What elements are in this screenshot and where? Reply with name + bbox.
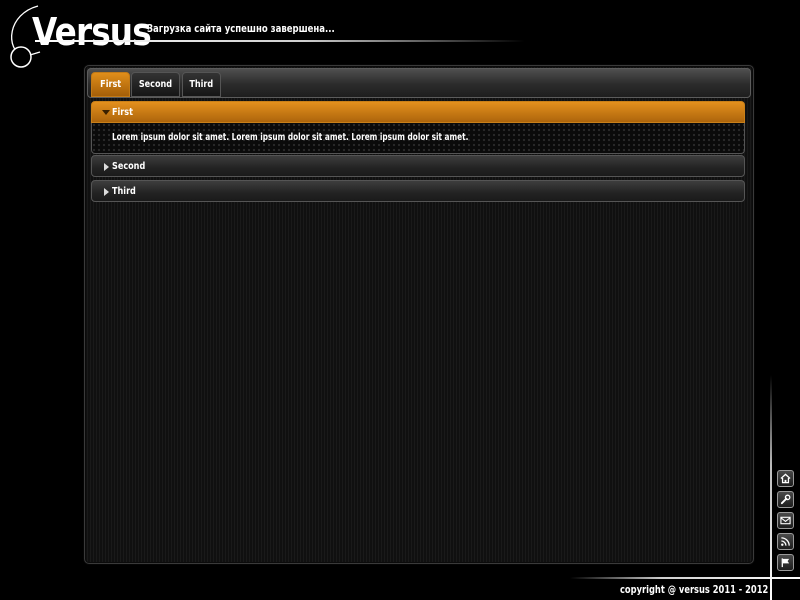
tab-second[interactable]: Second	[131, 72, 180, 97]
rss-icon[interactable]	[777, 533, 794, 550]
home-icon-glyph	[780, 473, 791, 484]
tab-first-label: First	[99, 79, 121, 90]
accordion-label-third: Third	[112, 186, 136, 197]
accordion-header-first[interactable]: First	[91, 101, 745, 123]
triangle-down-icon	[102, 110, 110, 115]
side-icon-bar	[777, 470, 795, 575]
tab-third[interactable]: Third	[182, 72, 221, 97]
tab-second-label: Second	[138, 79, 173, 90]
tab-third-label: Third	[189, 79, 214, 90]
site-logo[interactable]: Versus	[32, 10, 152, 54]
accordion-label-first: First	[112, 107, 133, 118]
rss-icon-glyph	[781, 537, 790, 546]
triangle-right-icon	[104, 188, 109, 196]
flag-icon-glyph	[781, 558, 790, 568]
side-divider	[770, 375, 772, 600]
mail-icon-glyph	[780, 516, 791, 525]
main-panel: First Second Third First Lorem ipsum dol…	[84, 65, 754, 564]
tab-first[interactable]: First	[91, 72, 130, 97]
footer-divider	[570, 577, 800, 579]
mail-icon[interactable]	[777, 512, 794, 529]
status-message: Загрузка сайта успешно завершена...	[147, 22, 335, 35]
triangle-right-icon	[104, 163, 109, 171]
header-divider	[35, 40, 525, 42]
accordion-content-first: Lorem ipsum dolor sit amet. Lorem ipsum …	[91, 123, 745, 154]
flag-icon[interactable]	[777, 554, 794, 571]
site-header: Versus Загрузка сайта успешно завершена.…	[0, 0, 560, 75]
copyright-text: copyright @ versus 2011 - 2012	[620, 584, 769, 596]
wrench-icon-glyph	[780, 494, 791, 505]
accordion-header-second[interactable]: Second	[91, 155, 745, 177]
tab-bar: First Second Third	[87, 68, 751, 98]
wrench-icon[interactable]	[777, 491, 794, 508]
home-icon[interactable]	[777, 470, 794, 487]
accordion-label-second: Second	[112, 161, 146, 172]
accordion-header-third[interactable]: Third	[91, 180, 745, 202]
accordion-content-text: Lorem ipsum dolor sit amet. Lorem ipsum …	[112, 132, 469, 143]
